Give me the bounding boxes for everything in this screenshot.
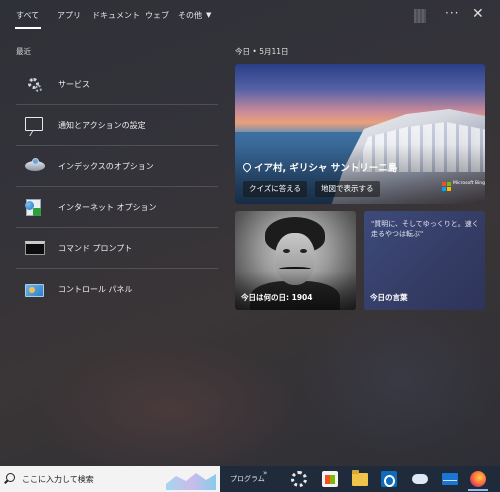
location-pin-icon [241, 161, 253, 173]
file-explorer-icon[interactable] [352, 470, 368, 486]
quote-card[interactable]: "質明に、そしてゆっくりと。速く走るやつは転ぶ" 今日の言葉 [364, 211, 485, 310]
chevron-down-icon: ▼ [206, 11, 212, 19]
taskbar: ここに入力して検索 プログラム » [0, 466, 500, 492]
bing-brand: Microsoft Bing [453, 181, 485, 186]
today-label: 今日 [235, 47, 250, 56]
hero-card[interactable]: イア村, ギリシャ サントリーニ島 クイズに答える 地図で表示する Micros… [235, 64, 485, 204]
control-panel-icon [25, 282, 45, 298]
today-date: 5月11日 [259, 47, 289, 56]
microsoft-logo-icon [442, 182, 451, 191]
account-avatar[interactable] [414, 9, 426, 23]
tab-more[interactable]: その他 ▼ [178, 10, 211, 21]
quote-card-caption: 今日の言葉 [370, 293, 408, 302]
history-card[interactable]: 今日は何の日: 1904 [235, 211, 356, 310]
recent-item-label: インターネット オプション [58, 202, 157, 212]
outlook-icon[interactable] [381, 471, 397, 487]
recent-item-label: 通知とアクションの設定 [58, 120, 146, 130]
portrait-eye [300, 249, 307, 253]
search-highlight-illustration [166, 473, 216, 490]
recent-item-indexing-options[interactable]: インデックスのオプション [16, 146, 218, 187]
search-panel: すべて アプリ ドキュメント ウェブ その他 ▼ ··· ✕ 最近 サービス 通知… [0, 0, 500, 466]
close-icon[interactable]: ✕ [472, 6, 484, 22]
recent-list: サービス 通知とアクションの設定 インデックスのオプション インターネット オプ… [16, 64, 218, 310]
recent-item-control-panel[interactable]: コントロール パネル [16, 269, 218, 310]
portrait-eye [283, 249, 290, 253]
quiz-button[interactable]: クイズに答える [243, 181, 308, 197]
quote-text: "質明に、そしてゆっくりと。速く走るやつは転ぶ" [371, 220, 479, 238]
recent-item-internet-options[interactable]: インターネット オプション [16, 187, 218, 228]
tab-documents[interactable]: ドキュメント [92, 10, 140, 21]
history-card-shade [235, 271, 356, 310]
hero-title[interactable]: イア村, ギリシャ サントリーニ島 [241, 160, 398, 174]
search-icon [6, 473, 15, 482]
store-icon[interactable] [322, 471, 338, 487]
command-prompt-icon [25, 240, 45, 256]
settings-icon[interactable] [291, 471, 307, 487]
tab-web[interactable]: ウェブ [145, 10, 169, 21]
recent-item-command-prompt[interactable]: コマンド プロンプト [16, 228, 218, 269]
tab-apps[interactable]: アプリ [57, 10, 81, 21]
active-tab-indicator [15, 27, 41, 29]
show-on-map-button[interactable]: 地図で表示する [315, 181, 380, 197]
today-heading: 今日 • 5月11日 [235, 46, 289, 57]
recent-item-services[interactable]: サービス [16, 64, 218, 105]
search-input[interactable]: ここに入力して検索 [22, 474, 94, 485]
tab-more-label: その他 [178, 11, 202, 20]
recent-item-label: インデックスのオプション [58, 161, 154, 171]
recent-item-label: サービス [58, 79, 90, 89]
mail-icon[interactable] [442, 473, 458, 485]
firefox-icon[interactable] [470, 471, 486, 487]
tab-all[interactable]: すべて [16, 10, 39, 21]
internet-options-icon [25, 199, 45, 216]
search-tabs: すべて アプリ ドキュメント ウェブ その他 ▼ ··· ✕ [0, 0, 500, 32]
recent-item-notifications[interactable]: 通知とアクションの設定 [16, 105, 218, 146]
recent-heading: 最近 [16, 47, 31, 56]
chevron-right-icon[interactable]: » [263, 469, 267, 477]
indexing-options-icon [25, 158, 45, 174]
history-card-caption: 今日は何の日: 1904 [241, 293, 313, 302]
active-app-indicator [468, 489, 488, 491]
taskbar-search-box[interactable]: ここに入力して検索 [0, 466, 220, 492]
onedrive-icon[interactable] [412, 474, 428, 484]
hero-title-text: イア村, ギリシャ サントリーニ島 [254, 163, 398, 174]
services-gear-icon [25, 76, 45, 92]
recent-item-label: コマンド プロンプト [58, 243, 133, 253]
more-options-icon[interactable]: ··· [445, 6, 459, 20]
recent-item-label: コントロール パネル [58, 285, 133, 294]
notification-icon [25, 117, 45, 136]
programs-toolbar-label[interactable]: プログラム [230, 474, 265, 484]
